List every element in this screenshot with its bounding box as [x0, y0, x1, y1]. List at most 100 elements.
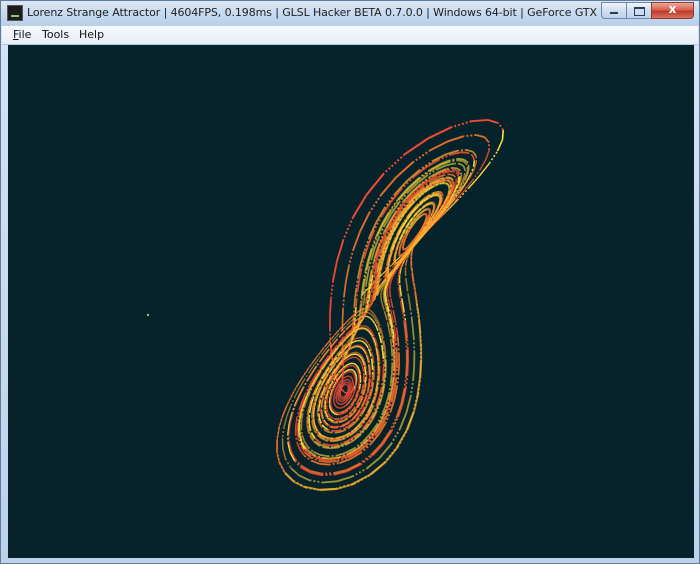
trajectory-segment [382, 430, 393, 445]
trajectory-segment [339, 424, 345, 428]
trajectory-segment [378, 329, 382, 334]
trajectory-segment [367, 300, 370, 304]
trajectory-segment [404, 250, 407, 254]
trajectory-segment [303, 379, 310, 388]
trajectory-segment [381, 305, 385, 308]
trajectory-segment [412, 393, 420, 413]
app-icon[interactable] [7, 5, 23, 21]
trajectory-segment [283, 416, 288, 428]
trajectory-segment [388, 304, 391, 308]
trajectory-segment [324, 443, 331, 447]
trajectory-segment [367, 347, 370, 351]
close-button[interactable]: x [651, 2, 694, 19]
trajectory-segment [389, 315, 392, 321]
trajectory-segment [354, 365, 356, 368]
trajectory-segment [395, 250, 398, 254]
trajectory-segment [497, 122, 504, 131]
trajectory-segment [371, 443, 384, 457]
trajectory-segment [347, 363, 350, 366]
trajectory-segment [327, 460, 338, 463]
trajectory-segment [333, 412, 337, 415]
trajectory-segment [278, 416, 284, 428]
trajectory-segment [342, 295, 345, 309]
trajectory-segment [369, 291, 371, 294]
trajectory-segment [355, 315, 358, 318]
trajectory-segment [372, 316, 376, 319]
trajectory-segment [403, 312, 407, 321]
trajectory-segment [363, 360, 366, 364]
trajectory-segment [351, 395, 354, 399]
trajectory-segment [384, 283, 387, 287]
trajectory-segment [374, 290, 377, 293]
trajectory-segment [353, 370, 356, 373]
trajectory-segment [385, 299, 388, 303]
trajectory-segment [463, 169, 466, 176]
trajectory-segment [345, 395, 348, 397]
trajectory-segment [389, 373, 393, 384]
trajectory-segment [337, 402, 340, 405]
trajectory-segment [378, 272, 382, 278]
trajectory-segment [361, 286, 365, 294]
trajectory-segment [387, 298, 390, 302]
trajectory-segment [384, 305, 388, 310]
trajectory-segment [390, 279, 393, 282]
trajectory-segment [343, 325, 347, 329]
trajectory-segment [419, 360, 423, 377]
menu-file[interactable]: File [13, 28, 31, 41]
trajectory-segment [467, 175, 480, 190]
menu-help[interactable]: Help [79, 28, 104, 41]
trajectory-segment [345, 403, 349, 406]
trajectory-segment [343, 401, 347, 404]
trajectory-segment [357, 357, 360, 360]
trajectory-segment [323, 411, 327, 416]
trajectory-segment [376, 346, 380, 352]
trajectory-segment [337, 402, 339, 404]
trajectory-segment [347, 398, 350, 401]
trajectory-segment [350, 353, 353, 356]
trajectory-segment [351, 399, 355, 404]
trajectory-segment [397, 345, 400, 355]
trajectory-segment [365, 325, 368, 328]
trajectory-segment [375, 325, 378, 329]
trajectory-segment [359, 212, 371, 232]
render-viewport[interactable] [8, 45, 694, 558]
trajectory-segment [363, 342, 367, 345]
trajectory-segment [320, 400, 323, 405]
trajectory-segment [382, 341, 385, 348]
trajectory-segment [366, 341, 369, 344]
trajectory-segment [330, 410, 334, 413]
trajectory-segment [355, 312, 358, 314]
trajectory-segment [324, 394, 327, 399]
trajectory-segment [389, 334, 392, 342]
trajectory-segment [344, 328, 348, 332]
trajectory-segment [370, 274, 374, 282]
trajectory-segment [407, 252, 411, 256]
trajectory-segment [334, 388, 337, 392]
trajectory-segment [344, 379, 346, 382]
menu-file-label: ile [18, 28, 32, 41]
trajectory-segment [356, 388, 360, 392]
trajectory-segment [385, 315, 388, 321]
window-title: Lorenz Strange Attractor | 4604FPS, 0.19… [27, 6, 680, 19]
minimize-button[interactable] [601, 2, 626, 19]
trajectory-segment [388, 280, 391, 283]
trajectory-segment [405, 284, 409, 290]
trajectory-segment [329, 298, 332, 316]
menu-tools[interactable]: Tools [42, 28, 69, 41]
trajectory-segment [294, 433, 298, 443]
trajectory-segment [356, 353, 359, 356]
trajectory-segment [335, 405, 338, 408]
trajectory-segment [361, 366, 364, 370]
trajectory-segment [332, 411, 335, 414]
trajectory-segment [345, 323, 349, 327]
trajectory-segment [338, 329, 343, 334]
trajectory-segment [386, 304, 390, 309]
title-bar[interactable]: Lorenz Strange Attractor | 4604FPS, 0.19… [1, 1, 699, 26]
trajectory-segment [372, 315, 375, 318]
trajectory-segment [337, 388, 340, 391]
trajectory-segment [399, 245, 402, 249]
trajectory-segment [397, 261, 400, 263]
trajectory-segment [339, 413, 343, 416]
trajectory-segment [290, 467, 300, 476]
maximize-button[interactable] [626, 2, 651, 19]
